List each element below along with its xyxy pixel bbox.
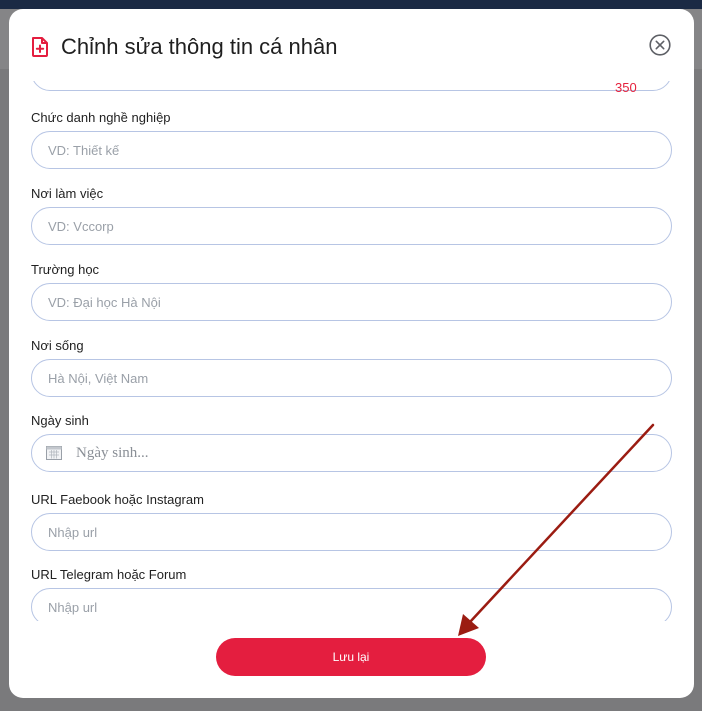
save-button[interactable]: Lưu lại <box>216 638 486 676</box>
workplace-label: Nơi làm việc <box>31 186 104 201</box>
form-scroll-area[interactable]: 350 Chức danh nghề nghiệp Nơi làm việc T… <box>9 81 694 621</box>
workplace-input[interactable] <box>48 208 648 244</box>
modal-header: Chỉnh sửa thông tin cá nhân <box>9 9 694 81</box>
birthday-label: Ngày sinh <box>31 413 89 428</box>
telegram-forum-input[interactable] <box>48 589 648 621</box>
residence-field[interactable] <box>31 359 672 397</box>
modal-title: Chỉnh sửa thông tin cá nhân <box>61 34 338 59</box>
workplace-field[interactable] <box>31 207 672 245</box>
calendar-icon <box>46 446 62 460</box>
document-plus-icon <box>32 37 48 57</box>
telegram-forum-label: URL Telegram hoặc Forum <box>31 567 187 582</box>
residence-label: Nơi sống <box>31 338 84 353</box>
birthday-field[interactable]: Ngày sinh... <box>31 434 672 472</box>
facebook-instagram-field[interactable] <box>31 513 672 551</box>
bio-textarea[interactable] <box>31 81 672 91</box>
job-title-label: Chức danh nghề nghiệp <box>31 110 171 125</box>
facebook-instagram-input[interactable] <box>48 514 648 550</box>
residence-input[interactable] <box>48 360 648 396</box>
close-icon[interactable] <box>649 34 671 56</box>
school-field[interactable] <box>31 283 672 321</box>
facebook-instagram-label: URL Faebook hoặc Instagram <box>31 492 204 507</box>
background-top-bar <box>0 0 702 9</box>
school-label: Trường học <box>31 262 100 277</box>
edit-profile-modal: Chỉnh sửa thông tin cá nhân 350 Chức dan… <box>9 9 694 698</box>
birthday-placeholder: Ngày sinh... <box>76 445 149 461</box>
bio-char-counter: 350 <box>615 81 637 95</box>
school-input[interactable] <box>48 284 648 320</box>
job-title-field[interactable] <box>31 131 672 169</box>
job-title-input[interactable] <box>48 132 648 168</box>
telegram-forum-field[interactable] <box>31 588 672 621</box>
